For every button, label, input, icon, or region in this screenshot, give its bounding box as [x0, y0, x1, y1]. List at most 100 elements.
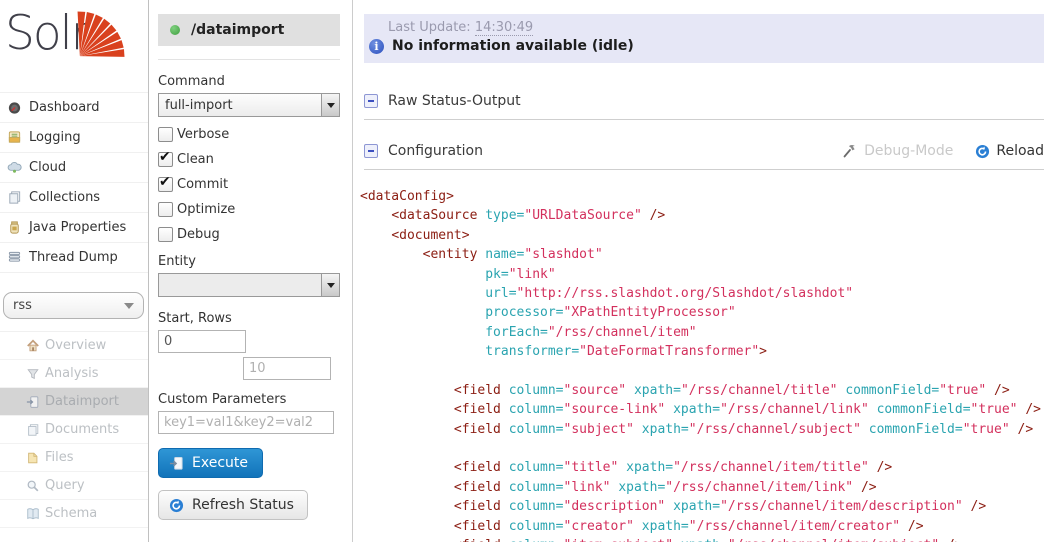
entity-select-value	[159, 274, 321, 296]
sidebar-item-thread-dump[interactable]: Thread Dump	[0, 243, 148, 273]
handler-header: /dataimport	[158, 14, 340, 46]
sidebar-item-java-properties[interactable]: Java Properties	[0, 213, 148, 243]
entity-label: Entity	[158, 254, 340, 269]
dataimport-icon	[26, 395, 40, 409]
sidebar-item-cloud[interactable]: Cloud	[0, 153, 148, 183]
chevron-down-icon	[124, 303, 134, 309]
collapse-icon[interactable]	[364, 144, 378, 158]
sidebar-item-logging[interactable]: Logging	[0, 123, 148, 153]
core-nav-label: Query	[45, 478, 85, 493]
execute-label: Execute	[192, 455, 248, 471]
commit-checkbox[interactable]	[158, 177, 173, 192]
core-nav-item-dataimport[interactable]: Dataimport	[0, 388, 148, 416]
solr-logo-fan-icon	[76, 2, 134, 60]
refresh-icon	[169, 498, 184, 513]
thread-dump-icon	[7, 250, 22, 265]
core-nav-item-analysis[interactable]: Analysis	[0, 360, 148, 388]
sidebar-item-dashboard[interactable]: Dashboard	[0, 93, 148, 123]
core-nav-label: Documents	[45, 422, 119, 437]
core-nav-item-overview[interactable]: Overview	[0, 332, 148, 360]
dataimport-form: Command full-import Verbose Clean Commit…	[149, 60, 352, 542]
checkbox-row-commit[interactable]: Commit	[158, 177, 340, 192]
core-nav-label: Analysis	[45, 366, 99, 381]
core-nav-item-documents[interactable]: Documents	[0, 416, 148, 444]
status-info-box: Last Update: 14:30:49 i No information a…	[364, 14, 1044, 63]
last-update-label: Last Update:	[388, 20, 471, 35]
select-arrow-button[interactable]	[321, 94, 339, 116]
sidebar-item-collections[interactable]: Collections	[0, 183, 148, 213]
section-title: Raw Status-Output	[388, 93, 521, 109]
core-nav-label: Schema	[45, 506, 97, 521]
core-selector-value: rss	[13, 298, 124, 313]
chevron-down-icon	[327, 283, 335, 288]
collections-icon	[7, 190, 22, 205]
checkbox-label: Verbose	[177, 127, 229, 142]
nav-label: Collections	[29, 190, 100, 205]
section-title: Configuration	[388, 143, 483, 159]
files-icon	[26, 451, 40, 465]
nav-label: Dashboard	[29, 100, 100, 115]
command-select-value: full-import	[159, 94, 321, 116]
overview-icon	[26, 339, 40, 353]
core-nav-item-query[interactable]: Query	[0, 472, 148, 500]
checkbox-row-optimize[interactable]: Optimize	[158, 202, 340, 217]
java-properties-icon	[7, 220, 22, 235]
cloud-icon	[7, 160, 22, 175]
logging-icon	[7, 130, 22, 145]
config-code: <dataConfig> <dataSource type="URLDataSo…	[360, 187, 1052, 542]
core-nav-item-schema[interactable]: Schema	[0, 500, 148, 528]
checkbox-row-debug[interactable]: Debug	[158, 227, 340, 242]
core-selector-dropdown[interactable]: rss	[3, 292, 144, 319]
command-select[interactable]: full-import	[158, 93, 340, 117]
select-arrow-button[interactable]	[321, 274, 339, 296]
reload-button[interactable]: Reload	[975, 143, 1044, 159]
debug-checkbox[interactable]	[158, 227, 173, 242]
solr-admin-app: Solr Dashboard	[0, 0, 1052, 542]
hammer-icon	[842, 143, 858, 159]
optimize-checkbox[interactable]	[158, 202, 173, 217]
core-nav-label: Dataimport	[45, 394, 119, 409]
refresh-status-label: Refresh Status	[192, 497, 294, 513]
checkbox-row-clean[interactable]: Clean	[158, 152, 340, 167]
verbose-checkbox[interactable]	[158, 127, 173, 142]
last-update: Last Update: 14:30:49	[388, 20, 1034, 35]
main-nav: Dashboard Logging Cloud Collections Java…	[0, 92, 148, 273]
nav-label: Java Properties	[29, 220, 126, 235]
custom-parameters-label: Custom Parameters	[158, 392, 340, 407]
configuration-section-header[interactable]: Configuration Debug-Mode Reload	[364, 134, 1044, 170]
refresh-status-button[interactable]: Refresh Status	[158, 490, 308, 520]
clean-checkbox[interactable]	[158, 152, 173, 167]
content-area: Last Update: 14:30:49 i No information a…	[353, 0, 1052, 542]
raw-status-output-section-header[interactable]: Raw Status-Output	[364, 84, 1044, 120]
checkbox-row-verbose[interactable]: Verbose	[158, 127, 340, 142]
last-update-time: 14:30:49	[475, 20, 533, 36]
core-nav-item-files[interactable]: Files	[0, 444, 148, 472]
sidebar: Solr Dashboard	[0, 0, 149, 542]
status-green-dot-icon	[170, 25, 180, 35]
execute-icon	[169, 456, 184, 471]
reload-label: Reload	[996, 143, 1044, 159]
rows-input[interactable]	[243, 357, 331, 380]
debug-mode-button[interactable]: Debug-Mode	[842, 143, 953, 159]
collapse-icon[interactable]	[364, 94, 378, 108]
execute-button[interactable]: Execute	[158, 448, 263, 478]
start-input[interactable]	[158, 330, 246, 353]
nav-label: Cloud	[29, 160, 66, 175]
start-rows-label: Start, Rows	[158, 311, 340, 326]
debug-mode-label: Debug-Mode	[864, 143, 953, 159]
schema-icon	[26, 507, 40, 521]
custom-parameters-input[interactable]	[158, 411, 334, 434]
query-icon	[26, 479, 40, 493]
status-message: No information available (idle)	[392, 38, 634, 54]
analysis-icon	[26, 367, 40, 381]
documents-icon	[26, 423, 40, 437]
checkbox-label: Optimize	[177, 202, 235, 217]
checkbox-label: Debug	[177, 227, 220, 242]
handler-title: /dataimport	[191, 22, 284, 38]
checkbox-label: Commit	[177, 177, 228, 192]
reload-icon	[975, 144, 990, 159]
nav-label: Thread Dump	[29, 250, 118, 265]
checkbox-label: Clean	[177, 152, 214, 167]
solr-logo[interactable]: Solr	[0, 0, 148, 92]
entity-select[interactable]	[158, 273, 340, 297]
